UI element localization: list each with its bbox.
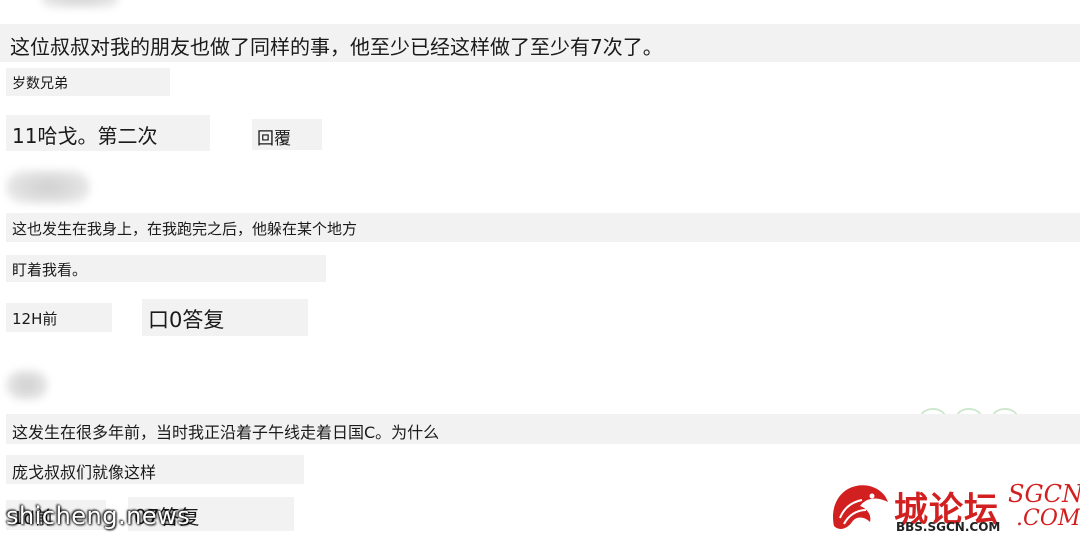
comment-1-meta: 11哈戈。第二次 xyxy=(6,115,210,151)
lion-icon xyxy=(832,485,888,529)
site-watermark: shicheng.news xyxy=(6,502,191,530)
sgcn-logo: 城论坛 BBS.SGCN.COM SGCN .COM xyxy=(826,478,1080,538)
logo-sgcn-text: SGCN xyxy=(1008,480,1080,508)
avatar-blurred-3 xyxy=(6,370,48,400)
avatar-blurred-top xyxy=(40,0,120,8)
comment-1-text: 这位叔叔对我的朋友也做了同样的事，他至少已经这样做了至少有7次了。 xyxy=(0,24,1080,62)
comment-2-text-line2: 盯着我看。 xyxy=(6,255,326,282)
comment-2-time: 12H前 xyxy=(6,303,112,332)
comment-2-replies[interactable]: 口0答复 xyxy=(142,299,308,336)
comment-2-text-line1: 这也发生在我身上，在我跑完之后，他躲在某个地方 xyxy=(6,213,1080,242)
comment-1-author: 岁数兄弟 xyxy=(6,68,170,96)
comment-3-text-line2: 庞戈叔叔们就像这样 xyxy=(6,455,304,484)
logo-url-text: BBS.SGCN.COM xyxy=(896,520,1001,534)
logo-com-text: .COM xyxy=(1016,506,1080,531)
comment-3-text-line1: 这发生在很多年前，当时我正沿着子午线走着日国C。为什么 xyxy=(6,414,1080,444)
avatar-blurred-2 xyxy=(6,170,90,204)
comment-1-reply-button[interactable]: 回覆 xyxy=(252,119,322,150)
